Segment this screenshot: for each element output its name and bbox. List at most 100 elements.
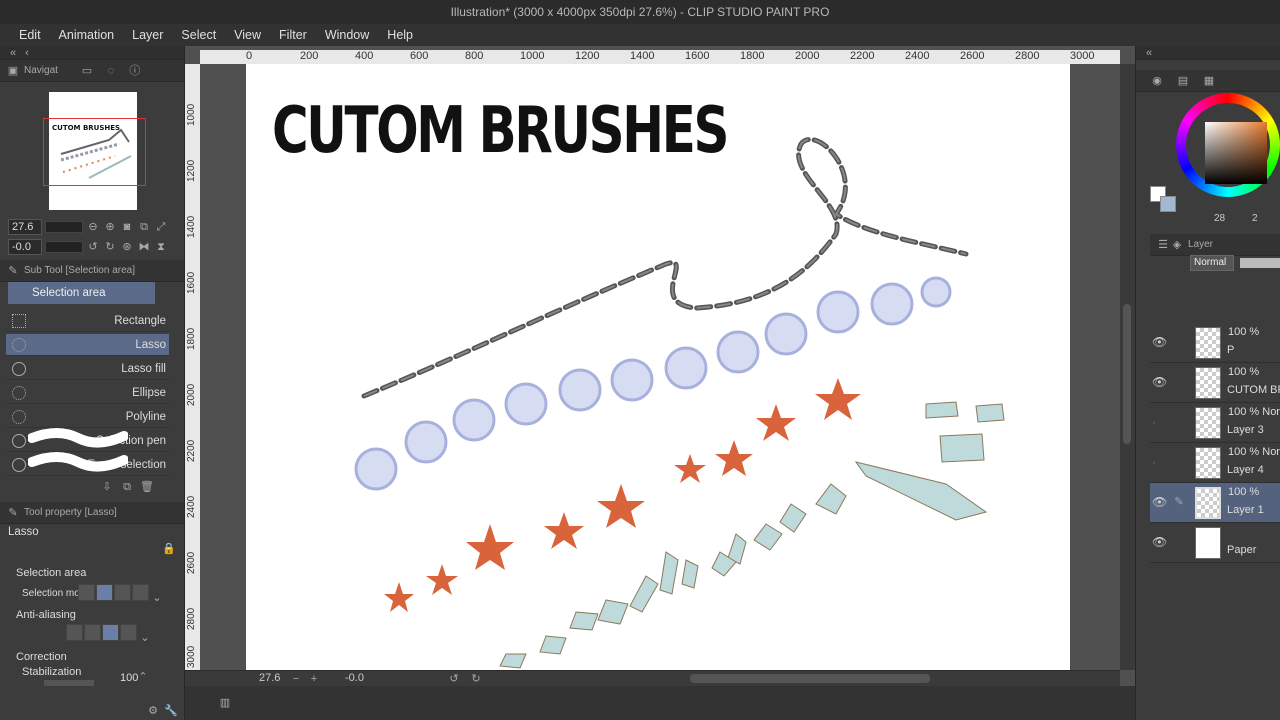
tab-navigator[interactable]: Navigat (24, 65, 58, 76)
ruler-tick: 2800 (1015, 50, 1040, 62)
tab-layer[interactable]: Layer (1188, 239, 1213, 250)
subtool-ellipse[interactable]: Ellipse (6, 382, 169, 404)
trash-icon[interactable]: 🗑 (140, 480, 154, 494)
layer-row-p[interactable]: 👁 100 % P (1150, 323, 1280, 363)
canvas-bottom-bar: 27.6 − + -0.0 ↺ ↻ (185, 670, 1120, 686)
stabilization-slider[interactable] (44, 680, 94, 686)
chevron-down-icon[interactable]: ⌄ (150, 591, 164, 605)
chevron-left-icon[interactable]: ‹ (20, 46, 34, 60)
scroll-thumb[interactable] (1123, 304, 1131, 444)
color-set-tab-icon[interactable]: ▦ (1202, 74, 1216, 88)
ruler-tick: 2600 (186, 551, 197, 574)
reset-rotation-icon[interactable]: ⊛ (120, 240, 134, 254)
menu-select[interactable]: Select (172, 24, 225, 46)
layer-name[interactable]: P (1227, 344, 1234, 356)
color-saturation-square[interactable] (1205, 122, 1267, 184)
aa-weak-button[interactable] (84, 624, 101, 641)
menu-help[interactable]: Help (378, 24, 422, 46)
selection-mode-label: Selection mod (22, 588, 86, 599)
intersect-selection-button[interactable] (132, 584, 149, 601)
stepper-icon[interactable]: ⌃ (136, 670, 150, 684)
new-selection-button[interactable] (78, 584, 95, 601)
angle-input[interactable]: -0.0 (8, 239, 42, 255)
zoom-out-icon[interactable]: − (289, 672, 303, 686)
subtool-actions: ⇩ ⧉ 🗑 (100, 480, 154, 494)
hidden-eye-icon[interactable]: · (1152, 455, 1156, 469)
layer-row-layer-3[interactable]: · 100 % Norm Layer 3 (1150, 403, 1280, 443)
rotate-icon[interactable]: ◌ (104, 64, 118, 78)
rotate-left-icon[interactable]: ↺ (86, 240, 100, 254)
menu-layer[interactable]: Layer (123, 24, 172, 46)
zoom-input[interactable]: 27.6 (8, 219, 42, 235)
menu-edit[interactable]: Edit (10, 24, 50, 46)
subtool-group-tab[interactable]: Selection area (8, 282, 155, 304)
timeline-icon[interactable]: ▥ (218, 696, 232, 710)
layer-row-layer-4[interactable]: · 100 % Norm Layer 4 (1150, 443, 1280, 483)
subtract-selection-button[interactable] (114, 584, 131, 601)
wrench-icon[interactable]: 🔧 (164, 704, 178, 718)
color-wheel-tab-icon[interactable]: ◉ (1150, 74, 1164, 88)
eye-icon[interactable]: 👁 (1152, 375, 1167, 389)
blend-mode-select[interactable]: Normal (1190, 255, 1234, 271)
duplicate-icon[interactable]: ⧉ (120, 480, 134, 494)
zoom-in-icon[interactable]: ⊕ (103, 220, 117, 234)
layer-name[interactable]: Paper (1227, 544, 1256, 556)
add-selection-button[interactable] (96, 584, 113, 601)
info-icon[interactable]: ⓘ (128, 64, 142, 78)
opacity-slider[interactable] (1240, 258, 1280, 268)
canvas-paper[interactable]: CUTOM BRUSHES (246, 64, 1070, 670)
chevron-down-icon[interactable]: ⌄ (138, 631, 152, 645)
aa-medium-button[interactable] (102, 624, 119, 641)
sub-color-swatch[interactable] (1160, 196, 1176, 212)
bottom-zoom-value[interactable]: 27.6 (259, 672, 280, 684)
aa-none-button[interactable] (66, 624, 83, 641)
aa-strong-button[interactable] (120, 624, 137, 641)
flip-horizontal-icon[interactable]: ⧓ (137, 240, 151, 254)
preview-icon[interactable]: ▭ (80, 64, 94, 78)
layer-name[interactable]: Layer 3 (1227, 424, 1264, 436)
layer-row-cutom-brushes[interactable]: 👁 100 % CUTOM BRU (1150, 363, 1280, 403)
canvas-vertical-scrollbar[interactable] (1120, 64, 1135, 670)
eye-icon[interactable]: 👁 (1152, 495, 1167, 509)
color-slider-tab-icon[interactable]: ▤ (1176, 74, 1190, 88)
settings-icon[interactable]: ⚙ (146, 704, 160, 718)
navigator-view-frame[interactable] (43, 118, 146, 186)
horizontal-scroll-thumb[interactable] (690, 674, 930, 683)
rotate-right-icon[interactable]: ↻ (103, 240, 117, 254)
lock-icon[interactable]: 🔒 (162, 542, 176, 556)
subtool-lasso-fill[interactable]: Lasso fill (6, 358, 169, 380)
zoom-fit-icon[interactable]: ◙ (120, 220, 134, 234)
zoom-out-icon[interactable]: ⊖ (86, 220, 100, 234)
collapse-right-icon[interactable]: « (1142, 46, 1156, 60)
ruler-top: 0 200 400 600 800 1000 1200 1400 1600 18… (200, 50, 1120, 64)
actual-size-icon[interactable]: ⤢ (154, 220, 168, 234)
layer-name[interactable]: Layer 4 (1227, 464, 1264, 476)
status-bar: ▥ (185, 686, 1135, 720)
zoom-slider[interactable] (45, 221, 83, 233)
menu-view[interactable]: View (225, 24, 270, 46)
layer-row-paper[interactable]: 👁 Paper (1150, 523, 1280, 563)
subtool-lasso[interactable]: Lasso (6, 334, 169, 356)
eye-icon[interactable]: 👁 (1152, 535, 1167, 549)
color-tabs: ◉ ▤ ▦ (1136, 70, 1280, 92)
menu-filter[interactable]: Filter (270, 24, 316, 46)
layer-row-layer-1[interactable]: 👁 ✎ 100 % Layer 1 (1150, 483, 1280, 523)
import-icon[interactable]: ⇩ (100, 480, 114, 494)
menu-window[interactable]: Window (316, 24, 378, 46)
angle-slider[interactable] (45, 241, 83, 253)
flip-vertical-icon[interactable]: ⧗ (154, 240, 168, 254)
hidden-eye-icon[interactable]: · (1152, 415, 1156, 429)
subtool-polyline[interactable]: Polyline (6, 406, 169, 428)
fit-window-icon[interactable]: ⧉ (137, 220, 151, 234)
subtool-rectangle[interactable]: Rectangle (6, 310, 169, 332)
menu-animation[interactable]: Animation (50, 24, 124, 46)
rotate-left-icon[interactable]: ↺ (447, 672, 461, 686)
eye-icon[interactable]: 👁 (1152, 335, 1167, 349)
layer-name[interactable]: Layer 1 (1227, 504, 1264, 516)
bottom-angle-value[interactable]: -0.0 (345, 672, 364, 684)
brush-samples (354, 136, 1005, 669)
zoom-in-icon[interactable]: + (307, 672, 321, 686)
collapse-left-icon[interactable]: « (6, 46, 20, 60)
rotate-right-icon[interactable]: ↻ (469, 672, 483, 686)
layer-name[interactable]: CUTOM BRU (1227, 384, 1280, 396)
